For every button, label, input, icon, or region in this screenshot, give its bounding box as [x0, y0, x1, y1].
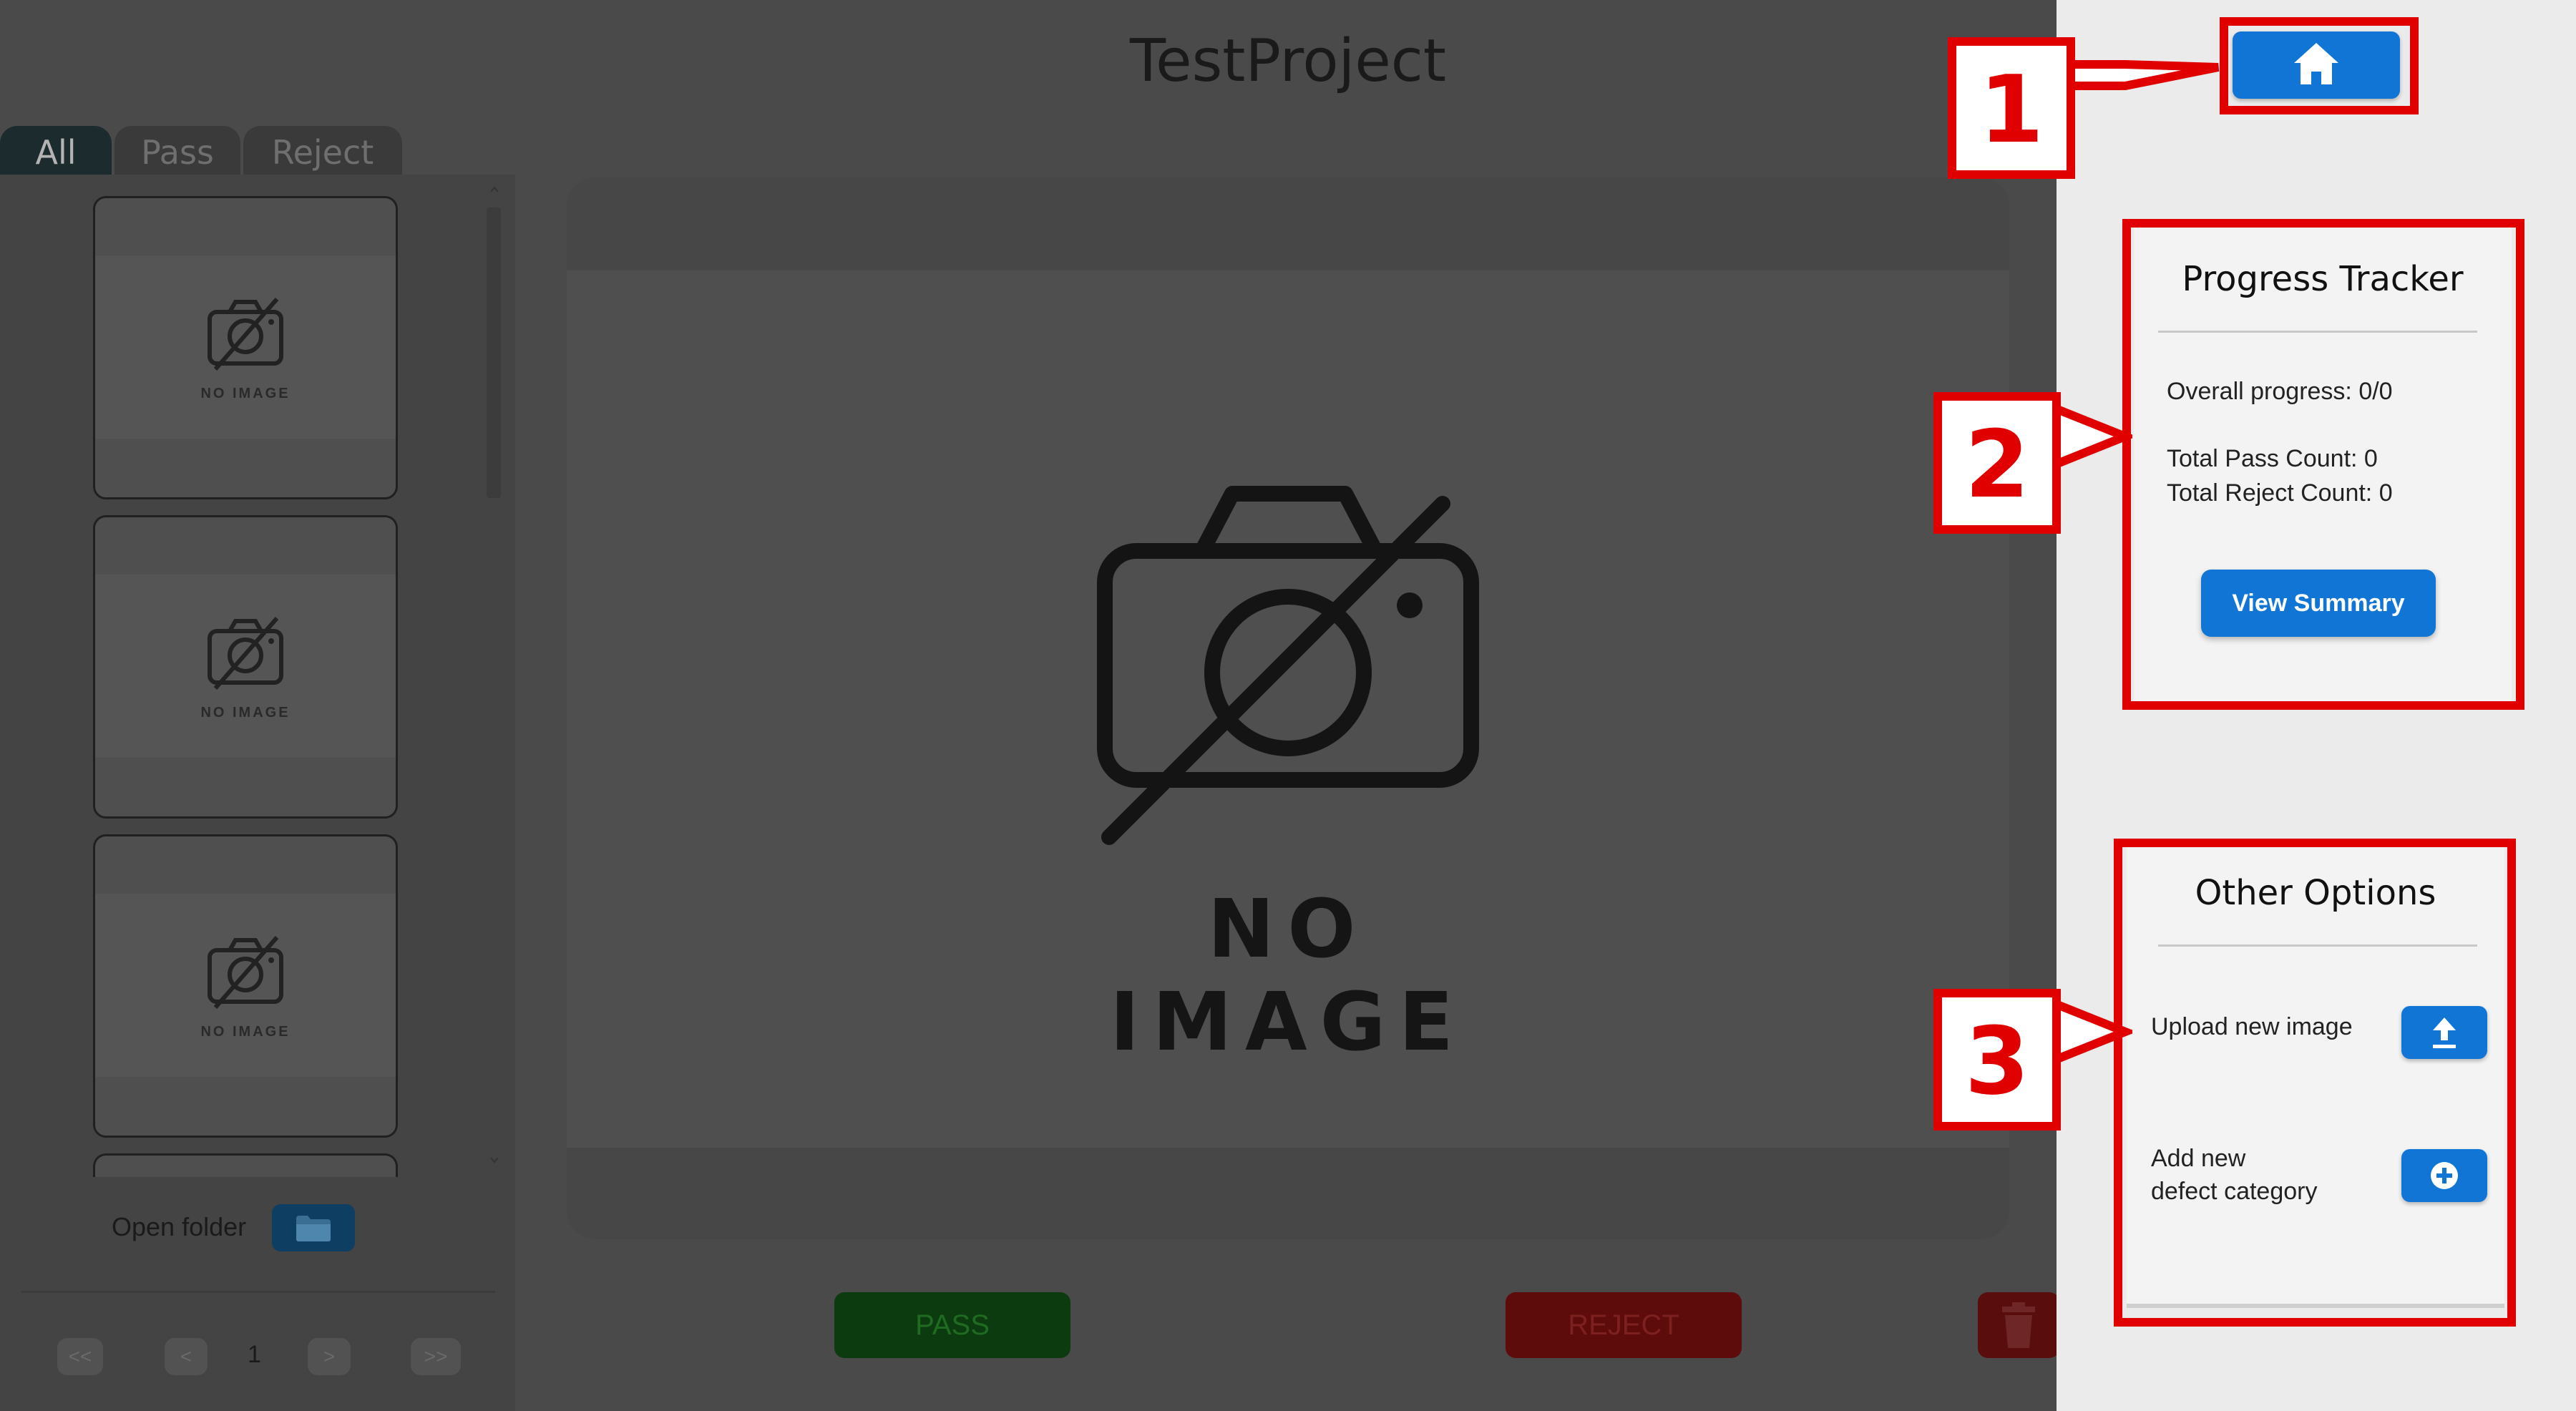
no-image-camera-icon — [208, 617, 283, 690]
pager-next-button[interactable]: > — [308, 1338, 351, 1375]
pager-first-button[interactable]: << — [57, 1338, 103, 1375]
tab-reject[interactable]: Reject — [243, 126, 402, 176]
folder-icon — [296, 1216, 331, 1241]
trash-icon — [2002, 1302, 2035, 1348]
no-image-camera-icon — [208, 298, 283, 371]
scroll-down-arrow-icon[interactable] — [489, 1155, 499, 1165]
filter-tabs: All Pass Reject — [0, 126, 402, 176]
annotation-box-other-options — [2114, 839, 2516, 1327]
annotation-box-home — [2220, 17, 2419, 114]
no-image-label: NO IMAGE — [1109, 883, 1467, 1069]
no-image-camera-icon — [1097, 486, 1479, 845]
open-folder-label: Open folder — [112, 1212, 247, 1241]
thumbnail-card[interactable]: NO IMAGE — [93, 515, 398, 819]
reject-button[interactable]: REJECT — [1506, 1292, 1742, 1358]
annotation-box-progress-tracker — [2122, 219, 2524, 710]
divider — [21, 1291, 495, 1293]
annotation-arrow-1-icon — [2068, 60, 2220, 90]
thumbnail-label: NO IMAGE — [200, 705, 291, 721]
pager-prev-button[interactable]: < — [165, 1338, 208, 1375]
thumbnail-card-partial[interactable] — [93, 1153, 398, 1177]
scroll-up-arrow-icon[interactable] — [489, 185, 499, 195]
tab-all[interactable]: All — [0, 126, 112, 176]
tab-pass[interactable]: Pass — [114, 126, 240, 176]
open-folder-button[interactable] — [272, 1204, 355, 1251]
pass-button[interactable]: PASS — [834, 1292, 1070, 1358]
callout-number-1: 1 — [1948, 37, 2075, 179]
callout-number-2: 2 — [1933, 392, 2061, 534]
thumbnail-label: NO IMAGE — [200, 386, 291, 401]
thumbnail-card[interactable]: NO IMAGE — [93, 196, 398, 499]
callout-number-3: 3 — [1933, 989, 2061, 1131]
scrollbar-thumb[interactable] — [487, 208, 501, 498]
no-image-camera-icon — [208, 936, 283, 1009]
pager-page-number: 1 — [248, 1341, 261, 1368]
thumbnail-label: NO IMAGE — [200, 1024, 291, 1040]
thumbnail-card[interactable]: NO IMAGE — [93, 834, 398, 1138]
delete-button[interactable] — [1978, 1292, 2059, 1358]
pager-last-button[interactable]: >> — [411, 1338, 461, 1375]
